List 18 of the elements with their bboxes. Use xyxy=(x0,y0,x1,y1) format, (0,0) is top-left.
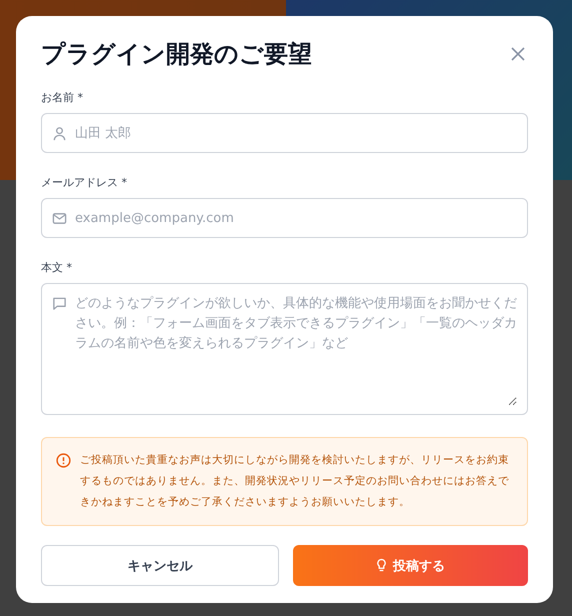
alert-icon xyxy=(56,453,71,468)
email-input[interactable]: example@company.com xyxy=(75,210,517,226)
lightbulb-icon xyxy=(376,558,387,573)
dialog-title: プラグイン開発のご要望 xyxy=(41,39,312,70)
email-field[interactable]: example@company.com xyxy=(41,198,528,238)
name-input[interactable]: 山田 太郎 xyxy=(75,126,517,140)
message-field[interactable]: どのようなプラグインが欲しいか、具体的な機能や使用場面をお聞かせください。例：「フォーム画面をタブ表示できるプラグイン」「一覧のヘッダカラムの名前や色を変えられるプラグイン」など xyxy=(41,283,528,415)
notice-text: ご投稿頂いた貴重なお声は大切にしながら開発を検討いたしますが、リリースをお約束するものではありません。また、開発状況やリリース予定のお問い合わせにはお答えできかねますことを予めご了承くださいますようお願いいたします。 xyxy=(80,453,510,510)
user-icon xyxy=(52,126,67,140)
mail-icon xyxy=(52,210,67,226)
name-field[interactable]: 山田 太郎 xyxy=(41,113,528,153)
comment-icon xyxy=(52,296,67,311)
field-label: お名前 * xyxy=(41,90,84,105)
field-label: メールアドレス * xyxy=(41,175,128,190)
cancel-button[interactable]: キャンセル xyxy=(41,545,278,586)
message-input[interactable]: どのようなプラグインが欲しいか、具体的な機能や使用場面をお聞かせください。例：「フォーム画面をタブ表示できるプラグイン」「一覧のヘッダカラムの名前や色を変えられるプラグイン」など xyxy=(75,294,517,406)
field-label: 本文 * xyxy=(41,260,73,275)
close-icon[interactable] xyxy=(511,47,525,61)
